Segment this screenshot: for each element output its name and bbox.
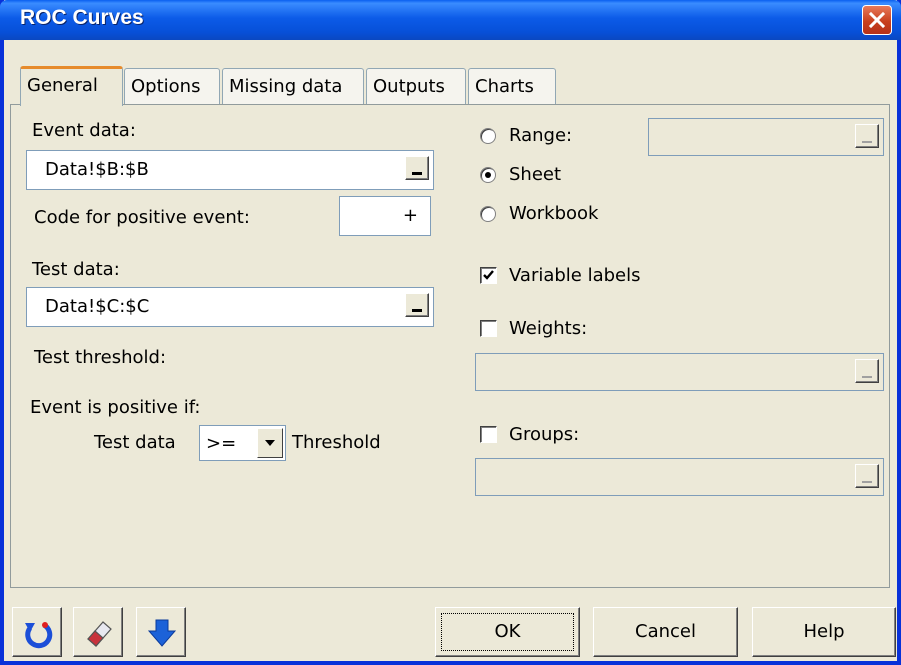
chevron-down-icon xyxy=(265,440,275,446)
tab-general[interactable]: General xyxy=(20,66,123,106)
operator-select[interactable]: >= xyxy=(199,425,286,461)
weights-label: Weights: xyxy=(509,318,588,339)
tab-label: Outputs xyxy=(373,76,445,97)
tab-label: Options xyxy=(131,76,201,97)
tab-label: General xyxy=(27,75,98,96)
help-label: Help xyxy=(803,621,845,642)
sheet-radio-label: Sheet xyxy=(509,164,562,185)
event-positive-label: Event is positive if: xyxy=(30,397,201,418)
test-data-field[interactable]: Data!$C:$C xyxy=(26,287,434,327)
ok-label: OK xyxy=(494,621,521,642)
rule-prefix-label: Test data xyxy=(94,432,176,453)
range-picker-button[interactable] xyxy=(855,359,879,383)
tab-label: Charts xyxy=(475,76,534,97)
weights-checkbox[interactable] xyxy=(480,320,497,337)
move-down-button[interactable] xyxy=(136,607,186,657)
test-data-label: Test data: xyxy=(32,259,120,280)
workbook-radio[interactable] xyxy=(480,206,496,222)
sheet-radio[interactable] xyxy=(480,167,496,183)
reset-button[interactable] xyxy=(12,607,62,657)
range-radio-label: Range: xyxy=(509,125,573,146)
test-data-value: Data!$C:$C xyxy=(45,296,150,317)
close-button[interactable] xyxy=(862,5,892,35)
weights-field[interactable] xyxy=(475,353,884,391)
operator-value: >= xyxy=(206,433,237,454)
cancel-button[interactable]: Cancel xyxy=(593,607,738,657)
range-picker-button[interactable] xyxy=(855,464,879,488)
event-data-label: Event data: xyxy=(32,120,136,141)
close-x-icon xyxy=(868,11,886,29)
workbook-radio-label: Workbook xyxy=(509,203,599,224)
tab-missing-data[interactable]: Missing data xyxy=(222,68,364,104)
code-positive-value: + xyxy=(402,205,418,226)
range-picker-button[interactable] xyxy=(405,293,429,317)
range-field[interactable] xyxy=(648,118,884,156)
range-radio[interactable] xyxy=(480,128,496,144)
cancel-label: Cancel xyxy=(635,621,696,642)
checkmark-icon xyxy=(483,270,494,280)
tab-outputs[interactable]: Outputs xyxy=(366,68,466,104)
test-threshold-label: Test threshold: xyxy=(34,347,167,368)
eraser-icon xyxy=(87,621,112,647)
event-data-value: Data!$B:$B xyxy=(45,159,149,180)
clear-button[interactable] xyxy=(73,607,123,657)
dropdown-button[interactable] xyxy=(257,428,283,458)
groups-checkbox[interactable] xyxy=(480,426,497,443)
window-title: ROC Curves xyxy=(20,6,144,29)
variable-labels-label: Variable labels xyxy=(509,265,641,286)
groups-field[interactable] xyxy=(475,458,884,496)
help-button[interactable]: Help xyxy=(752,607,896,657)
title-bar[interactable]: ROC Curves xyxy=(0,0,901,40)
code-positive-label: Code for positive event: xyxy=(34,207,250,228)
range-picker-button[interactable] xyxy=(405,156,429,180)
groups-label: Groups: xyxy=(509,424,580,445)
code-positive-field[interactable]: + xyxy=(339,196,431,236)
down-arrow-icon xyxy=(147,619,177,647)
tab-label: Missing data xyxy=(229,76,343,97)
reset-icon xyxy=(25,622,53,649)
tab-options[interactable]: Options xyxy=(124,68,220,104)
rule-suffix-label: Threshold xyxy=(292,432,381,453)
range-picker-button[interactable] xyxy=(855,124,879,148)
variable-labels-checkbox[interactable] xyxy=(480,267,497,284)
ok-button[interactable]: OK xyxy=(435,607,580,657)
tab-charts[interactable]: Charts xyxy=(468,68,556,104)
event-data-field[interactable]: Data!$B:$B xyxy=(26,150,434,190)
